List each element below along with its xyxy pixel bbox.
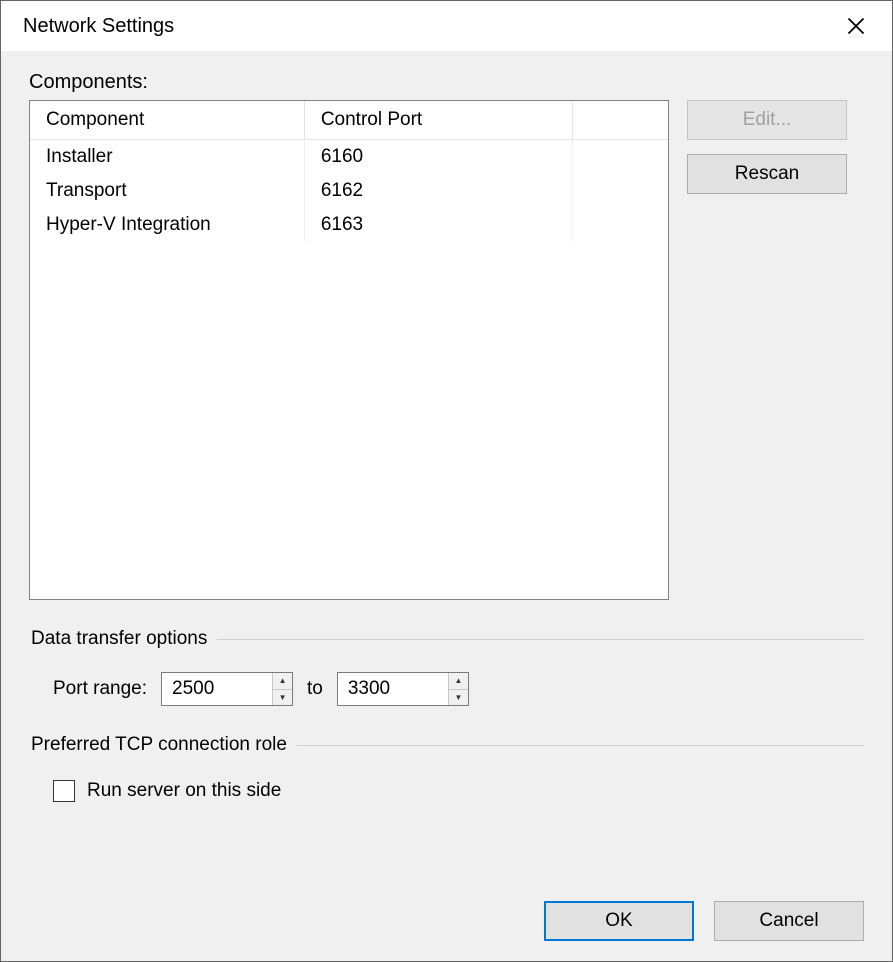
tcp-role-legend: Preferred TCP connection role <box>29 734 297 756</box>
spinner-up-icon[interactable]: ▲ <box>273 673 292 689</box>
spinner-arrows: ▲ ▼ <box>448 673 468 705</box>
cell-blank <box>572 208 668 242</box>
cell-component: Installer <box>30 140 304 175</box>
column-header-port[interactable]: Control Port <box>304 101 572 140</box>
cancel-button[interactable]: Cancel <box>714 901 864 941</box>
close-icon <box>847 17 865 35</box>
spinner-arrows: ▲ ▼ <box>272 673 292 705</box>
port-range-label: Port range: <box>53 678 147 700</box>
cell-port: 6162 <box>304 174 572 208</box>
port-range-to-input[interactable] <box>338 673 448 705</box>
components-row: Component Control Port Installer6160Tran… <box>29 100 864 600</box>
table-row[interactable]: Hyper-V Integration6163 <box>30 208 668 242</box>
ok-button[interactable]: OK <box>544 901 694 941</box>
port-range-from-input[interactable] <box>162 673 272 705</box>
run-server-row: Run server on this side <box>29 780 864 802</box>
side-buttons: Edit... Rescan <box>687 100 847 194</box>
port-range-from-spinner[interactable]: ▲ ▼ <box>161 672 293 706</box>
cell-port: 6160 <box>304 140 572 175</box>
port-range-row: Port range: ▲ ▼ to ▲ ▼ <box>29 672 864 706</box>
titlebar: Network Settings <box>1 1 892 51</box>
cell-blank <box>572 140 668 175</box>
port-range-to-spinner[interactable]: ▲ ▼ <box>337 672 469 706</box>
data-transfer-fieldset: Data transfer options Port range: ▲ ▼ to… <box>29 628 864 706</box>
table-row[interactable]: Installer6160 <box>30 140 668 175</box>
cell-blank <box>572 174 668 208</box>
column-header-component[interactable]: Component <box>30 101 304 140</box>
cell-port: 6163 <box>304 208 572 242</box>
spinner-up-icon[interactable]: ▲ <box>449 673 468 689</box>
column-header-blank[interactable] <box>572 101 668 140</box>
cell-component: Transport <box>30 174 304 208</box>
run-server-checkbox[interactable] <box>53 780 75 802</box>
components-label: Components: <box>29 71 864 94</box>
port-range-to-label: to <box>307 678 323 700</box>
edit-button[interactable]: Edit... <box>687 100 847 140</box>
rescan-button[interactable]: Rescan <box>687 154 847 194</box>
spinner-down-icon[interactable]: ▼ <box>449 689 468 706</box>
dialog-title: Network Settings <box>23 15 174 38</box>
dialog-content: Components: Component Control Port Insta… <box>1 51 892 961</box>
data-transfer-legend: Data transfer options <box>29 628 217 650</box>
cell-component: Hyper-V Integration <box>30 208 304 242</box>
tcp-role-fieldset: Preferred TCP connection role Run server… <box>29 734 864 802</box>
table-row[interactable]: Transport6162 <box>30 174 668 208</box>
network-settings-dialog: Network Settings Components: Component C… <box>0 0 893 962</box>
spinner-down-icon[interactable]: ▼ <box>273 689 292 706</box>
run-server-label: Run server on this side <box>87 780 281 802</box>
dialog-footer: OK Cancel <box>29 877 864 941</box>
components-table[interactable]: Component Control Port Installer6160Tran… <box>29 100 669 600</box>
close-button[interactable] <box>838 8 874 44</box>
